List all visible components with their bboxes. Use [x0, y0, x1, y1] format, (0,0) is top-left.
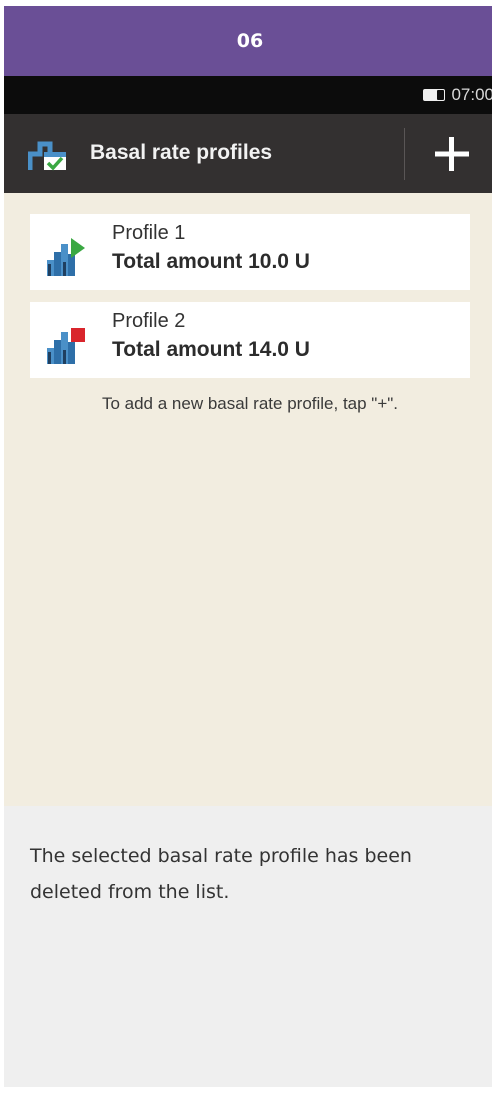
add-profile-button[interactable] — [414, 122, 490, 186]
profile-1-marker — [71, 238, 85, 258]
hint-text: To add a new basal rate profile, tap "+"… — [101, 394, 399, 413]
instruction-card: 06 07:00 Basal rate profiles Profile 1 T… — [4, 6, 492, 1087]
step-header: 06 — [4, 6, 492, 76]
profile-name: Profile 1 — [112, 222, 186, 244]
profile-name: Profile 2 — [112, 310, 186, 332]
basal-profile-icon — [28, 141, 66, 171]
status-time: 07:00 — [451, 85, 492, 104]
profile-total: Total amount 14.0 U — [112, 338, 310, 361]
title-divider — [404, 128, 405, 180]
step-number: 06 — [236, 30, 264, 52]
title-bar: Basal rate profiles — [4, 114, 492, 193]
page-title: Basal rate profiles — [90, 141, 273, 164]
status-bar: 07:00 — [4, 76, 492, 114]
profile-inactive-icon — [47, 328, 85, 364]
profile-active-icon — [47, 238, 85, 276]
profile-item-1[interactable]: Profile 1 Total amount 10.0 U — [30, 214, 470, 290]
profile-item-2[interactable]: Profile 2 Total amount 14.0 U — [30, 302, 470, 378]
device-screen: 07:00 Basal rate profiles Profile 1 Tota… — [4, 76, 492, 806]
profile-total: Total amount 10.0 U — [112, 250, 310, 273]
plus-icon — [435, 137, 469, 171]
profile-2-marker — [71, 328, 85, 342]
caption-text: The selected basal rate profile has been… — [30, 845, 412, 903]
battery-icon — [423, 89, 446, 101]
